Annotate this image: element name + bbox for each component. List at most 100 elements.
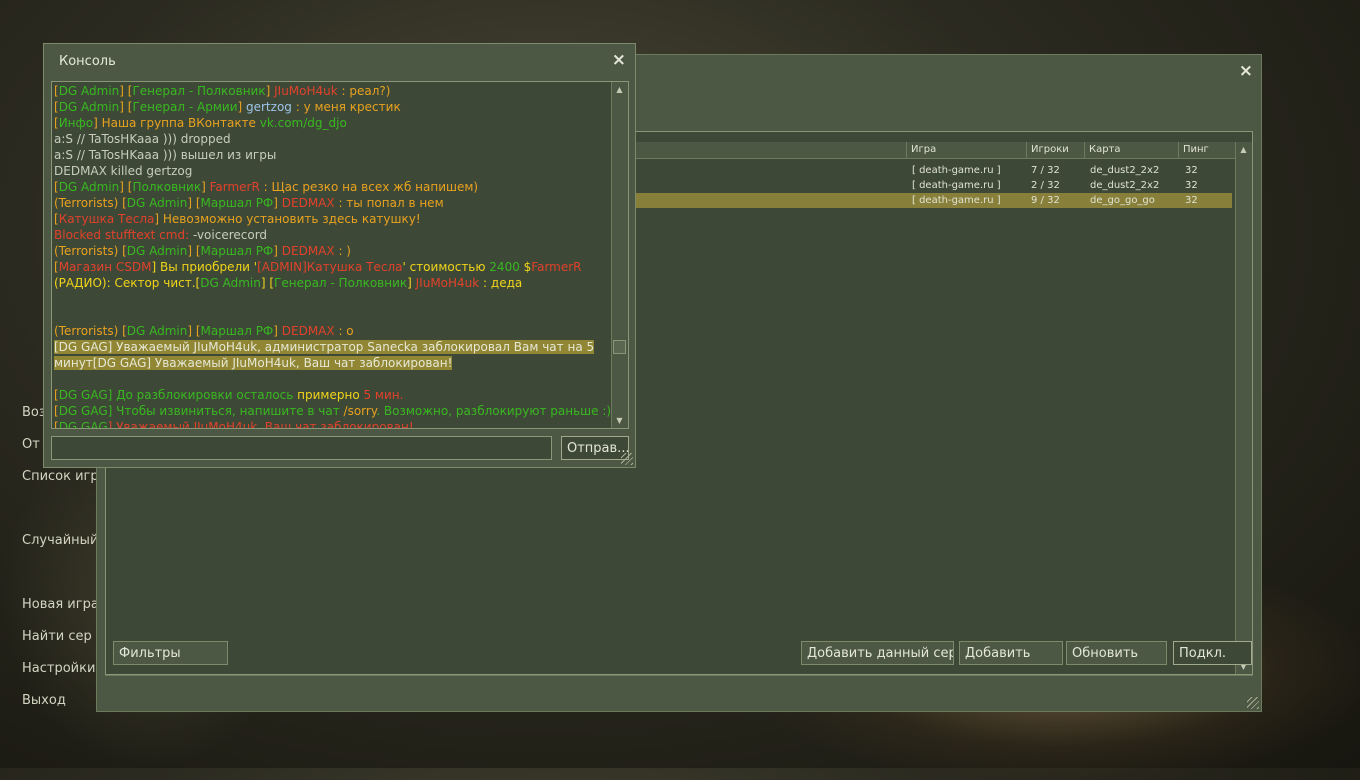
server-game: [ death-game.ru ] [912,180,1001,191]
filters-button[interactable]: Фильтры [113,641,228,665]
console-line-segment: Катушка Тесла [58,212,155,226]
resize-grip-icon[interactable] [621,453,633,465]
console-line-segment: a:S // TaTosHKaaa ))) dropped [54,132,231,146]
menu-item-exit[interactable]: Выход [22,693,66,708]
console-line-segment: Генерал - Полковник [132,84,266,98]
add-server-button[interactable]: Добавить [959,641,1063,665]
console-line-segment: : реал?) [337,84,391,98]
console-line-segment: : о [334,324,354,338]
console-log[interactable]: [DG Admin] [Генерал - Полковник] JIuMoH4… [51,81,629,429]
send-button[interactable]: Отправ... [561,436,629,460]
close-icon[interactable]: × [612,50,626,70]
scroll-thumb[interactable] [613,340,626,354]
connect-button[interactable]: Подкл. [1173,641,1252,665]
console-line-segment: ] [237,100,246,114]
console-line-segment: DG Admin [126,196,188,210]
console-line: DEDMAX killed gertzog [54,163,610,179]
add-current-server-button[interactable]: Добавить данный сер... [801,641,954,665]
console-line: (Terrorists) [DG Admin] [Маршал РФ] DEDM… [54,323,610,339]
scroll-up-icon[interactable]: ▲ [612,82,627,97]
console-line-segment: DG Admin [58,84,120,98]
console-line-segment: ] [273,244,282,258]
console-line: [Инфо] Наша группа ВКонтакте vk.com/dg_d… [54,115,610,131]
console-command-input[interactable] [51,436,552,460]
console-line-segment: Маршал РФ [200,324,274,338]
console-line-segment: Генерал - Полковник [274,276,408,290]
console-line-segment: : Щас резко на всех жб напишем) [259,180,479,194]
console-line-segment: ] [201,180,210,194]
console-line-segment: Полковник [132,180,202,194]
console-line-segment: Инфо [58,116,94,130]
server-map: de_dust2_2x2 [1090,180,1160,191]
close-icon[interactable]: × [1239,61,1253,81]
column-ping[interactable]: Пинг [1178,142,1236,158]
console-line-segment: (Terrorists) [ [54,324,127,338]
console-line-segment: DG Admin [58,100,120,114]
console-line-segment: . Возможно, разблокируют раньше :) [376,404,612,418]
console-line-segment: FarmerR [531,260,582,274]
console-line-segment: DG Admin [200,276,261,290]
console-line: [DG Admin] [Генерал - Полковник] JIuMoH4… [54,83,610,99]
menu-item-settings[interactable]: Настройки [22,661,95,676]
console-line: a:S // TaTosHKaaa ))) dropped [54,131,610,147]
console-log-lines: [DG Admin] [Генерал - Полковник] JIuMoH4… [54,83,612,429]
menu-item-server-list[interactable]: Список игр [22,469,99,484]
menu-item-random[interactable]: Случайный [22,533,98,548]
console-line-segment: DG Admin [126,324,188,338]
resize-grip-icon[interactable] [1247,697,1259,709]
console-line-segment: ] [273,196,282,210]
console-line-segment: DG GAG [58,420,108,429]
console-line-segment: $ [519,260,532,274]
menu-item-find-server[interactable]: Найти сер [22,629,92,644]
server-map: de_go_go_go [1090,195,1155,206]
console-line-segment: DEDMAX [281,196,335,210]
console-line-segment: (Terrorists) [ [54,196,127,210]
scroll-down-icon[interactable]: ▼ [612,413,627,428]
server-ping: 32 [1185,195,1198,206]
console-line-segment: DG Admin [126,244,188,258]
console-line-segment: [ADMIN]Катушка Тесла [257,260,403,274]
console-line-segment: Маршал РФ [200,196,274,210]
server-players: 7 / 32 [1031,165,1060,176]
console-line-segment: ] До разблокировки осталось [107,388,298,402]
column-players[interactable]: Игроки [1026,142,1084,158]
console-line: [DG GAG] Чтобы извиниться, напишите в ча… [54,403,612,419]
console-line: a:S // TaTosHKaaa ))) вышел из игры [54,147,610,163]
menu-item-new-game[interactable]: Новая игра [22,597,99,612]
console-line-segment: ] [407,276,416,290]
console-line-segment: ] [ [187,324,201,338]
console-line-segment: : у меня крестик [291,100,401,114]
console-line-segment: a:S // TaTosHKaaa ))) вышел из игры [54,148,277,162]
console-line: (Terrorists) [DG Admin] [Маршал РФ] DEDM… [54,195,610,211]
console-line-segment: /sorry [343,404,377,418]
console-line-segment: : ) [334,244,351,258]
console-line: (Terrorists) [DG Admin] [Маршал РФ] DEDM… [54,243,610,259]
column-game[interactable]: Игра [906,142,1026,158]
console-line-segment: Маршал РФ [200,244,274,258]
menu-item-disconnect[interactable]: От [22,437,40,452]
console-line: (РАДИО): Сектор чист.[DG Admin] [Генерал… [54,275,610,291]
server-players: 2 / 32 [1031,180,1060,191]
refresh-button[interactable]: Обновить [1066,641,1167,665]
console-line-segment: (РАДИО): Сектор чист.[ [54,276,201,290]
server-ping: 32 [1185,180,1198,191]
console-line: [DG Admin] [Полковник] FarmerR : Щас рез… [54,179,610,195]
console-line-segment: ] [265,84,275,98]
console-line-segment: : ты попал в нем [334,196,444,210]
console-line-segment: DEDMAX [281,324,335,338]
console-line-segment: минут[DG GAG] Уважаемый JIuMoH4uk, Ваш ч… [54,356,453,370]
console-line-segment: DG Admin [58,180,120,194]
console-line-segment: (Terrorists) [ [54,244,127,258]
console-line-segment: DG GAG [58,404,108,418]
console-line-segment: ] [273,324,282,338]
server-list-scrollbar[interactable]: ▲ ▼ [1235,142,1252,674]
console-line: [DG GAG] Уважаемый JIuMoH4uk, администра… [54,339,610,355]
console-line-segment: Генерал - Армии [132,100,238,114]
console-line-segment: 2400 [489,260,520,274]
scroll-up-icon[interactable]: ▲ [1236,142,1251,157]
console-line-segment: JIuMoH4uk [274,84,338,98]
column-map[interactable]: Карта [1084,142,1178,158]
console-scrollbar[interactable]: ▲ ▼ [611,82,628,428]
